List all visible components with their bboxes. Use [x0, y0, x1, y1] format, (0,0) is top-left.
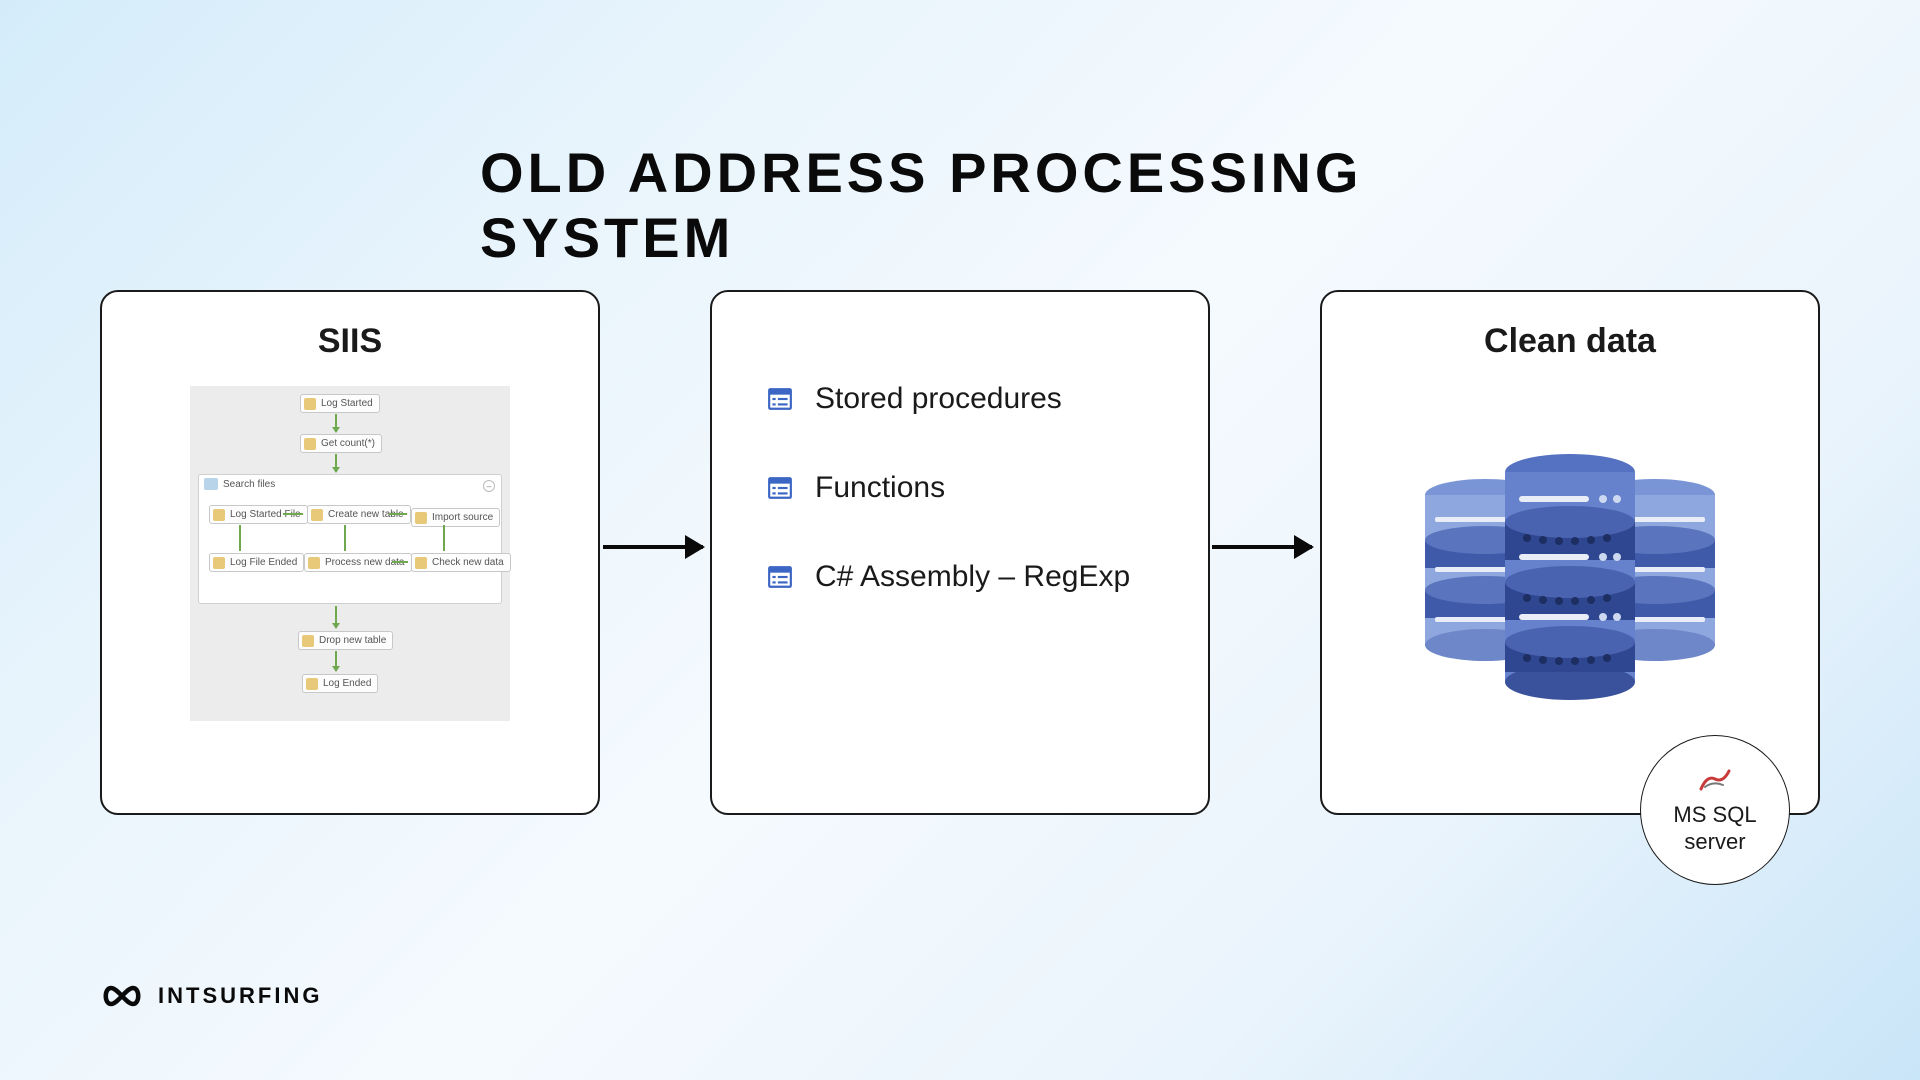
ssis-node: Get count(*) — [300, 434, 382, 453]
list-item-label: C# Assembly – RegExp — [815, 560, 1130, 594]
ssis-arrow-icon — [283, 513, 303, 515]
ssis-arrow-icon — [335, 414, 337, 432]
infinity-logo-icon — [100, 982, 144, 1010]
brand-footer: INTSURFING — [100, 982, 322, 1010]
panels-row: SIIS Log Started Get count(*) Search fil… — [100, 290, 1820, 815]
panel-clean-data-title: Clean data — [1484, 322, 1656, 361]
brand-name: INTSURFING — [158, 983, 322, 1009]
list-item-label: Functions — [815, 471, 945, 505]
list-item: Stored procedures — [767, 382, 1153, 416]
ssis-arrow-icon — [335, 606, 337, 628]
window-list-icon — [767, 564, 793, 590]
ssis-arrow-icon — [335, 651, 337, 671]
mssql-badge: MS SQLserver — [1640, 735, 1790, 885]
ssis-arrow-icon — [389, 513, 407, 515]
ssis-arrow-icon — [335, 454, 337, 472]
panel-middle: Stored procedures Functions — [710, 290, 1210, 815]
database-illustration — [1395, 386, 1745, 783]
ssis-node: Log File Ended — [209, 553, 304, 572]
ssis-group-title: Search files — [223, 479, 275, 490]
ssis-node: Drop new table — [298, 631, 393, 650]
ssis-group: Search files – Log Started File Create n… — [198, 474, 502, 604]
middle-list: Stored procedures Functions — [742, 322, 1178, 649]
panel-clean-data: Clean data — [1320, 290, 1820, 815]
ssis-node: Check new data — [411, 553, 511, 572]
badge-text: MS SQLserver — [1673, 801, 1756, 856]
database-stack-icon — [1395, 445, 1745, 725]
ssis-node: Log Ended — [302, 674, 378, 693]
ssis-node: Log Started — [300, 394, 380, 413]
panel-siis: SIIS Log Started Get count(*) Search fil… — [100, 290, 600, 815]
collapse-icon: – — [483, 480, 495, 492]
list-item-label: Stored procedures — [815, 382, 1062, 416]
panel-siis-title: SIIS — [318, 322, 382, 361]
flow-arrow-icon — [603, 545, 703, 549]
window-list-icon — [767, 475, 793, 501]
flow-arrow-icon — [1212, 545, 1312, 549]
ssis-arrow-icon — [392, 561, 408, 563]
ssis-arrow-icon — [443, 525, 445, 551]
ssis-arrow-icon — [344, 525, 346, 551]
window-list-icon — [767, 386, 793, 412]
list-item: Functions — [767, 471, 1153, 505]
ssis-arrow-icon — [239, 525, 241, 551]
ssis-node: Import source — [411, 508, 500, 527]
sql-server-icon — [1697, 765, 1733, 795]
ssis-flow-diagram: Log Started Get count(*) Search files – … — [190, 386, 510, 721]
list-item: C# Assembly – RegExp — [767, 560, 1153, 594]
slide-title: OLD ADDRESS PROCESSING SYSTEM — [480, 140, 1440, 270]
